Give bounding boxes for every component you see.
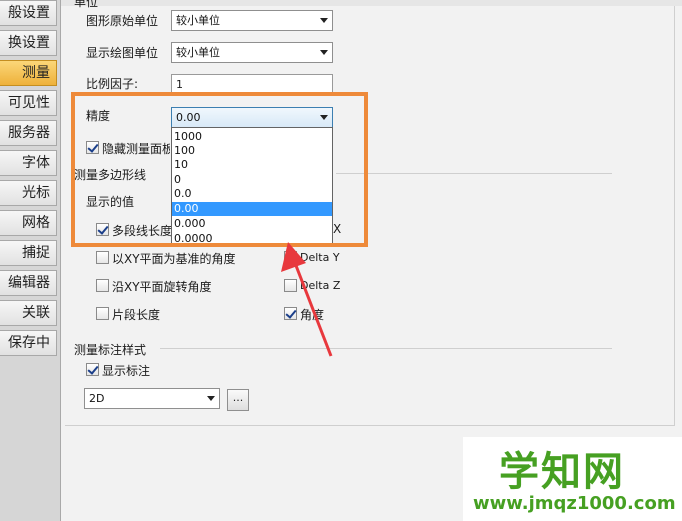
watermark-url: www.jmqz1000.com (473, 493, 676, 514)
watermark-title: 学知网 (499, 449, 625, 495)
arrow-head-icon (281, 242, 306, 272)
arrow-shaft (293, 262, 333, 357)
watermark: 学知网 www.jmqz1000.com (463, 437, 682, 521)
